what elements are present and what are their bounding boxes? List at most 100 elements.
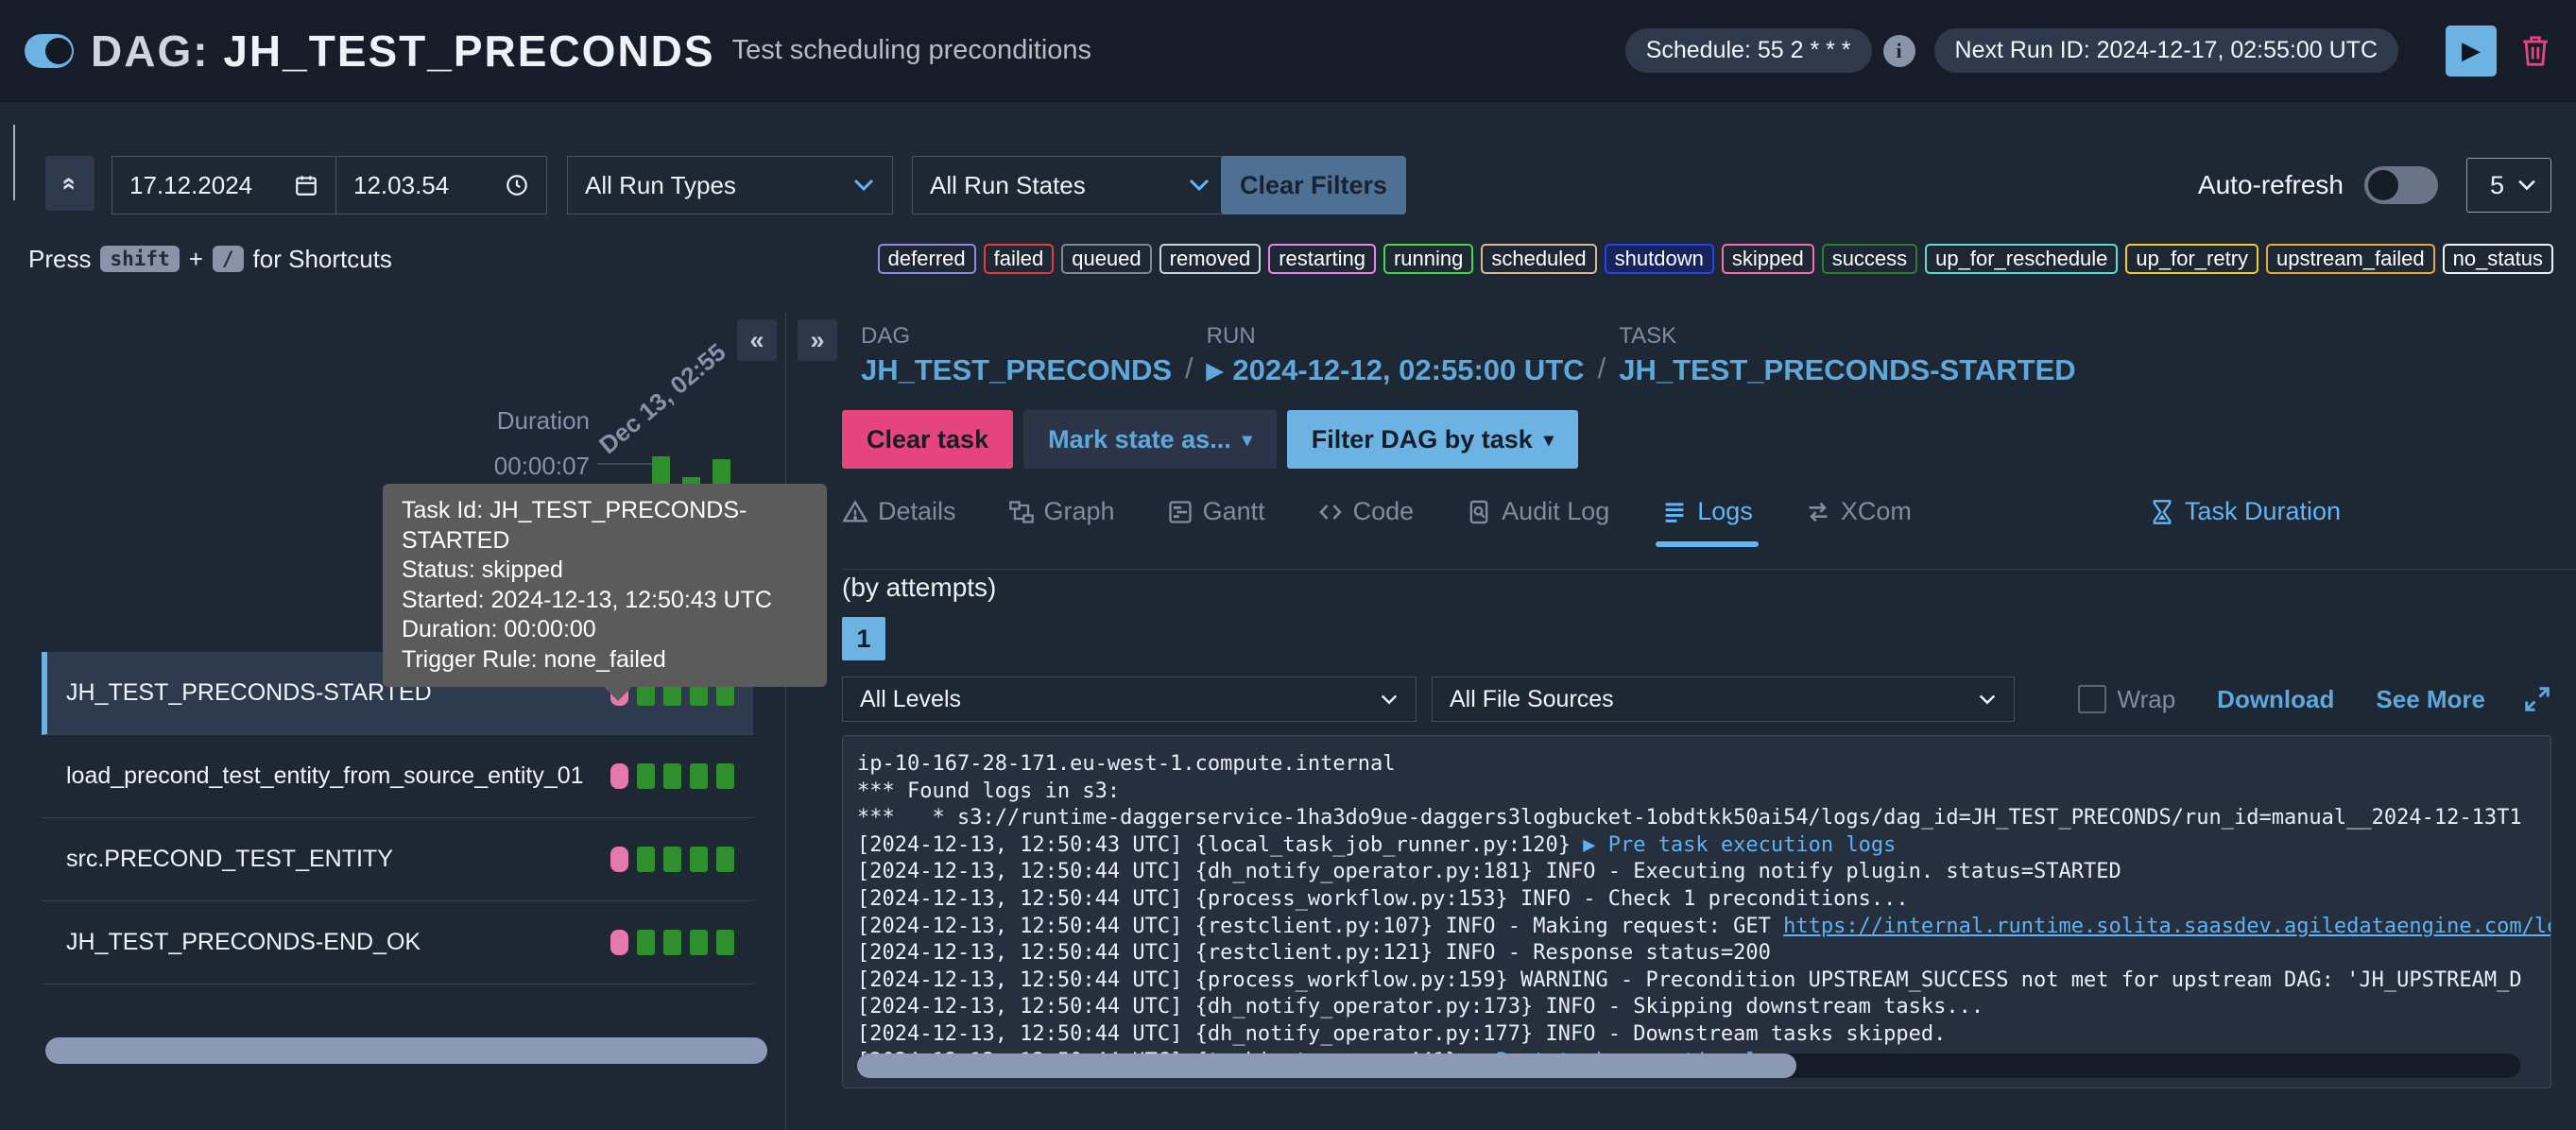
log-controls: All Levels All File Sources Wrap Downloa… <box>842 676 2551 722</box>
top-header: DAG: JH_TEST_PRECONDS Test scheduling pr… <box>0 0 2576 102</box>
state-square-success[interactable] <box>716 930 734 955</box>
hint-legend-row: Press shift + / for Shortcuts deferredfa… <box>28 244 2553 274</box>
tooltip-line-0: Task Id: JH_TEST_PRECONDS-STARTED <box>402 496 808 556</box>
calendar-icon <box>294 173 318 197</box>
log-lines: ip-10-167-28-171.eu-west-1.compute.inter… <box>857 751 2550 1075</box>
state-square-success[interactable] <box>637 847 655 872</box>
run-types-select[interactable]: All Run Types <box>567 156 893 214</box>
filter-dag-button[interactable]: Filter DAG by task ▾ <box>1287 410 1578 469</box>
tab-task-duration[interactable]: Task Duration <box>2149 497 2341 547</box>
wrap-checkbox[interactable] <box>2078 685 2106 713</box>
state-square-success[interactable] <box>716 763 734 789</box>
see-more-link[interactable]: See More <box>2376 685 2485 714</box>
state-square-success[interactable] <box>690 847 708 872</box>
log-line-6: [2024-12-13, 12:50:44 UTC] {restclient.p… <box>857 914 2550 941</box>
auto-refresh-toggle[interactable] <box>2364 166 2438 204</box>
state-square-success[interactable] <box>690 763 708 789</box>
breadcrumb-dag-value[interactable]: JH_TEST_PRECONDS <box>861 353 1172 387</box>
tab-logs[interactable]: Logs <box>1661 497 1753 547</box>
dag-description: Test scheduling preconditions <box>732 35 1091 66</box>
task-row[interactable]: JH_TEST_PRECONDS-END_OK <box>42 901 753 984</box>
task-state-squares <box>610 763 734 789</box>
run-states-select[interactable]: All Run States <box>912 156 1228 214</box>
grid-pane: « Duration 00:00:07 Dec 13, 02:55 Task I… <box>13 312 785 1130</box>
mark-state-label: Mark state as... <box>1048 425 1231 454</box>
log-scrollbar-thumb[interactable] <box>857 1053 1796 1078</box>
state-square-skipped[interactable] <box>610 763 628 789</box>
state-square-success[interactable] <box>663 930 681 955</box>
download-link[interactable]: Download <box>2217 685 2334 714</box>
collapse-filters-button[interactable]: « <box>45 156 94 211</box>
log-link[interactable]: https://internal.runtime.solita.saasdev.… <box>1783 915 2550 938</box>
log-scrollbar-track[interactable] <box>857 1053 2520 1078</box>
grid-prev-button[interactable]: « <box>737 319 777 361</box>
dag-pause-toggle-knob <box>45 38 72 64</box>
delete-dag-button[interactable] <box>2519 33 2551 69</box>
tab-label: XCom <box>1841 497 1912 526</box>
expand-icon <box>2523 685 2551 713</box>
task-name: src.PRECOND_TEST_ENTITY <box>66 846 393 873</box>
log-levels-select[interactable]: All Levels <box>842 676 1417 722</box>
run-play-icon: ▶ <box>1207 358 1224 384</box>
toggle-knob <box>2368 170 2398 200</box>
state-square-success[interactable] <box>690 930 708 955</box>
legend-badge-deferred: deferred <box>878 244 976 274</box>
legend-badge-restarting: restarting <box>1268 244 1376 274</box>
mark-state-button[interactable]: Mark state as... ▾ <box>1023 410 1277 469</box>
legend-badge-running: running <box>1383 244 1473 274</box>
log-line-2: *** * s3://runtime-daggerservice-1ha3do9… <box>857 805 2550 832</box>
clear-filters-button[interactable]: Clear Filters <box>1221 156 1406 214</box>
breadcrumb-separator: / <box>1185 351 1194 387</box>
legend-badge-scheduled: scheduled <box>1481 244 1596 274</box>
breadcrumb-run-value[interactable]: ▶ 2024-12-12, 02:55:00 UTC <box>1207 353 1585 387</box>
grid-horizontal-scrollbar[interactable] <box>45 1037 767 1064</box>
log-output[interactable]: ip-10-167-28-171.eu-west-1.compute.inter… <box>842 735 2551 1088</box>
state-square-skipped[interactable] <box>610 847 628 872</box>
breadcrumb: DAG JH_TEST_PRECONDS / RUN ▶ 2024-12-12,… <box>861 323 2076 387</box>
chevron-down-icon <box>852 178 875 193</box>
task-row[interactable]: load_precond_test_entity_from_source_ent… <box>42 735 753 818</box>
tab-xcom[interactable]: XCom <box>1805 497 1912 547</box>
log-line-10: [2024-12-13, 12:50:44 UTC] {dh_notify_op… <box>857 1021 2550 1049</box>
grid-next-button[interactable]: » <box>798 319 837 361</box>
kbd-slash: / <box>213 246 244 272</box>
dag-pause-toggle[interactable] <box>25 34 74 68</box>
fullscreen-button[interactable] <box>2523 685 2551 713</box>
breadcrumb-task: TASK JH_TEST_PRECONDS-STARTED <box>1619 323 2075 387</box>
duration-gridline <box>597 463 654 465</box>
task-row[interactable]: src.PRECOND_TEST_ENTITY <box>42 818 753 901</box>
tab-audit-log[interactable]: Audit Log <box>1466 497 1609 547</box>
info-icon[interactable]: i <box>1883 35 1915 67</box>
legend-badge-queued: queued <box>1061 244 1151 274</box>
tab-code[interactable]: Code <box>1317 497 1415 547</box>
attempt-1-button[interactable]: 1 <box>842 617 885 660</box>
breadcrumb-task-value[interactable]: JH_TEST_PRECONDS-STARTED <box>1619 353 2075 387</box>
tab-gantt[interactable]: Gantt <box>1167 497 1265 547</box>
duration-tick-label: 00:00:07 <box>429 452 590 481</box>
refresh-interval-select[interactable]: 5 <box>2466 158 2551 213</box>
schedule-badge[interactable]: Schedule: 55 2 * * * <box>1625 28 1872 73</box>
state-square-success[interactable] <box>663 847 681 872</box>
trigger-dag-button[interactable]: ▶ <box>2446 26 2497 77</box>
state-square-success[interactable] <box>716 847 734 872</box>
tab-label: Audit Log <box>1502 497 1609 526</box>
state-square-success[interactable] <box>637 763 655 789</box>
tab-graph[interactable]: Graph <box>1008 497 1115 547</box>
state-square-skipped[interactable] <box>610 930 628 955</box>
duration-axis-label: Duration <box>429 406 590 436</box>
task-actions: Clear task Mark state as... ▾ Filter DAG… <box>842 410 1578 469</box>
date-input[interactable]: 17.12.2024 <box>112 157 336 214</box>
state-square-success[interactable] <box>663 763 681 789</box>
state-square-success[interactable] <box>637 930 655 955</box>
log-line-8: [2024-12-13, 12:50:44 UTC] {process_work… <box>857 967 2550 995</box>
log-sources-select[interactable]: All File Sources <box>1432 676 2015 722</box>
time-input[interactable]: 12.03.54 <box>336 157 546 214</box>
shortcut-hint: Press shift + / for Shortcuts <box>28 245 392 274</box>
attempts-caption: (by attempts) <box>842 573 996 603</box>
tab-details[interactable]: Details <box>842 497 956 547</box>
breadcrumb-task-label: TASK <box>1619 323 2075 350</box>
clear-task-button[interactable]: Clear task <box>842 410 1013 469</box>
datetime-picker: 17.12.2024 12.03.54 <box>112 156 547 214</box>
auto-refresh-group: Auto-refresh 5 <box>2198 156 2551 214</box>
auto-refresh-label: Auto-refresh <box>2198 170 2344 200</box>
